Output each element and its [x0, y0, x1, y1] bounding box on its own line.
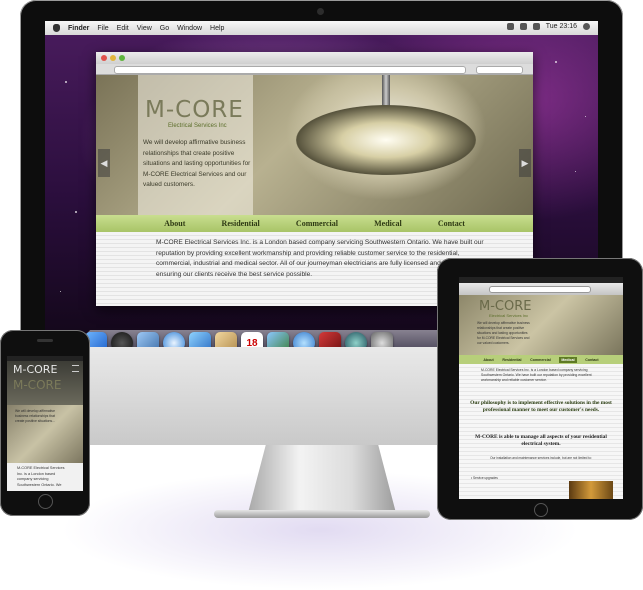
nav-contact[interactable]: Contact [438, 219, 465, 228]
ipad-browser-bar [459, 283, 623, 295]
ipad-logo-subtitle: Electrical Services Inc [489, 313, 529, 318]
lamp-shade-image [296, 105, 476, 175]
wifi-icon[interactable] [506, 23, 514, 30]
close-icon[interactable] [101, 55, 107, 61]
ipad-nav-commercial[interactable]: Commercial [530, 358, 551, 362]
menu-view[interactable]: View [137, 25, 152, 32]
ipad-services-note: Our installation and maintenance service… [490, 456, 592, 460]
ipad-hero-text: We will develop affirmative business rel… [477, 321, 530, 345]
ipad-content: M-CORE Electrical Services Inc. is a Lon… [459, 364, 623, 499]
ipad-hero: M-CORE Electrical Services Inc We will d… [459, 295, 623, 355]
hero-banner: M-CORE Electrical Services Inc We will d… [96, 75, 533, 215]
browser-titlebar [96, 52, 533, 64]
iphone-screen: M-CORE M-CORE We will develop affirmativ… [7, 356, 83, 491]
menu-file[interactable]: File [97, 25, 108, 32]
iphone-logo-overlay[interactable]: M-CORE [13, 363, 57, 376]
spotlight-icon[interactable] [583, 23, 590, 30]
iphone-hero: We will develop affirmative business rel… [7, 405, 83, 463]
hamburger-menu-icon[interactable] [72, 365, 79, 372]
ipad-nav-medical[interactable]: Medical [559, 356, 577, 363]
ipad-intro: M-CORE Electrical Services Inc. is a Lon… [481, 368, 592, 382]
slider-next-icon[interactable]: ▶ [519, 149, 531, 177]
ipad-site-nav: About Residential Commercial Medical Con… [459, 355, 623, 364]
menubar-clock[interactable]: Tue 23:16 [546, 23, 577, 30]
iphone-header: M-CORE M-CORE [7, 361, 83, 405]
ipad-home-button[interactable] [534, 503, 548, 517]
volume-icon[interactable] [519, 23, 527, 30]
menu-help[interactable]: Help [210, 25, 224, 32]
hero-text: We will develop affirmative business rel… [143, 139, 251, 188]
site-logo-subtitle: Electrical Services Inc [168, 123, 227, 129]
menu-edit[interactable]: Edit [117, 25, 129, 32]
ipad-philosophy: Our philosophy is to implement effective… [470, 400, 612, 413]
ipad-ability-heading: M-CORE is able to manage all aspects of … [475, 434, 607, 447]
iphone-hero-text: We will develop affirmative business rel… [15, 409, 56, 423]
site-logo[interactable]: M-CORE [145, 97, 244, 123]
mac-menubar: Finder File Edit View Go Window Help Tue… [45, 21, 598, 35]
imac-camera [317, 8, 324, 15]
slider-prev-icon[interactable]: ◀ [98, 149, 110, 177]
browser-search-field[interactable] [476, 66, 523, 74]
ipad-nav-contact[interactable]: Contact [585, 358, 598, 362]
browser-toolbar [96, 64, 533, 75]
address-bar[interactable] [114, 66, 466, 74]
site-nav: About Residential Commercial Medical Con… [96, 215, 533, 232]
zoom-icon[interactable] [119, 55, 125, 61]
iphone-intro: M-CORE Electrical Services Inc. is a Lon… [17, 466, 65, 487]
iphone-home-button[interactable] [38, 494, 53, 509]
imac-stand [248, 445, 396, 513]
ipad-screen: M-CORE Electrical Services Inc We will d… [459, 277, 623, 499]
nav-commercial[interactable]: Commercial [296, 219, 338, 228]
iphone-content: M-CORE Electrical Services Inc. is a Lon… [7, 463, 83, 491]
ipad-address-bar[interactable] [489, 286, 591, 293]
iphone-speaker [37, 339, 53, 342]
nav-about[interactable]: About [164, 219, 185, 228]
menu-app-name[interactable]: Finder [68, 25, 89, 32]
nav-medical[interactable]: Medical [374, 219, 402, 228]
ipad-nav-residential[interactable]: Residential [502, 358, 521, 362]
battery-icon[interactable] [532, 23, 540, 30]
ipad-site-logo[interactable]: M-CORE [479, 299, 531, 314]
ipad-service-image [569, 481, 613, 499]
menu-window[interactable]: Window [177, 25, 202, 32]
menu-go[interactable]: Go [160, 25, 169, 32]
ipad-nav-about[interactable]: About [483, 358, 493, 362]
minimize-icon[interactable] [110, 55, 116, 61]
ipad-service-item: • Service upgrades [471, 476, 498, 480]
nav-residential[interactable]: Residential [222, 219, 260, 228]
iphone-logo[interactable]: M-CORE [13, 378, 61, 392]
apple-menu-icon[interactable] [53, 24, 60, 32]
imac-foot [214, 510, 430, 518]
